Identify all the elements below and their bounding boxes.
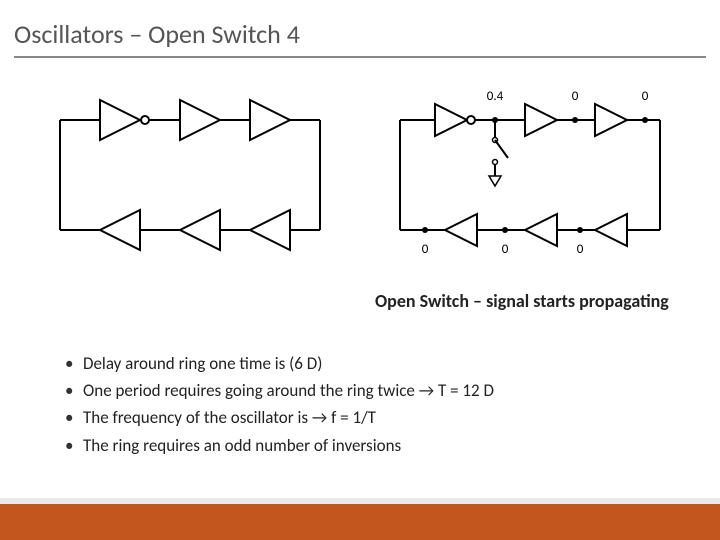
footer-bar: [0, 504, 720, 540]
bullet-text: The ring requires an odd number of inver…: [83, 432, 494, 459]
list-item: • Delay around ring one time is (6 D): [65, 350, 494, 377]
node-label: 0.4: [487, 89, 504, 104]
bullet-text: Delay around ring one time is (6 D): [83, 350, 494, 377]
node-label: 0: [502, 242, 509, 257]
buffer-icon: [180, 210, 220, 250]
bullet-text: The frequency of the oscillator is → f =…: [83, 404, 494, 431]
buffer-icon: [100, 100, 149, 140]
left-ring: [60, 100, 320, 250]
buffer-icon: [100, 210, 140, 250]
bullet-icon: •: [65, 377, 83, 404]
slide: Oscillators – Open Switch 4: [0, 0, 720, 540]
list-item: • One period requires going around the r…: [65, 377, 494, 404]
ground-icon: [489, 176, 501, 186]
buffer-icon: [525, 104, 557, 136]
buffer-icon: [445, 214, 477, 246]
bullet-text: One period requires going around the rin…: [83, 377, 494, 404]
list-item: • The ring requires an odd number of inv…: [65, 432, 494, 459]
buffer-icon: [595, 104, 627, 136]
title-underline: [14, 56, 706, 58]
buffer-icon: [595, 214, 627, 246]
buffer-icon: [180, 100, 220, 140]
diagram-caption: Open Switch – signal starts propagating: [375, 290, 669, 312]
node-label: 0: [577, 242, 584, 257]
node-label: 0: [642, 89, 649, 104]
buffer-icon: [525, 214, 557, 246]
node-label: 0: [572, 89, 579, 104]
page-title: Oscillators – Open Switch 4: [14, 18, 300, 50]
bullet-icon: •: [65, 432, 83, 459]
open-switch-icon: [489, 120, 508, 186]
bullet-icon: •: [65, 350, 83, 377]
bullet-icon: •: [65, 404, 83, 431]
ring-oscillator-diagrams: 0.4 0 0: [40, 80, 680, 280]
buffer-icon: [250, 210, 290, 250]
bullet-list: • Delay around ring one time is (6 D) • …: [65, 350, 494, 459]
list-item: • The frequency of the oscillator is → f…: [65, 404, 494, 431]
right-ring: 0.4 0 0: [400, 89, 660, 257]
buffer-icon: [435, 104, 475, 136]
node-label: 0: [422, 242, 429, 257]
buffer-icon: [250, 100, 290, 140]
